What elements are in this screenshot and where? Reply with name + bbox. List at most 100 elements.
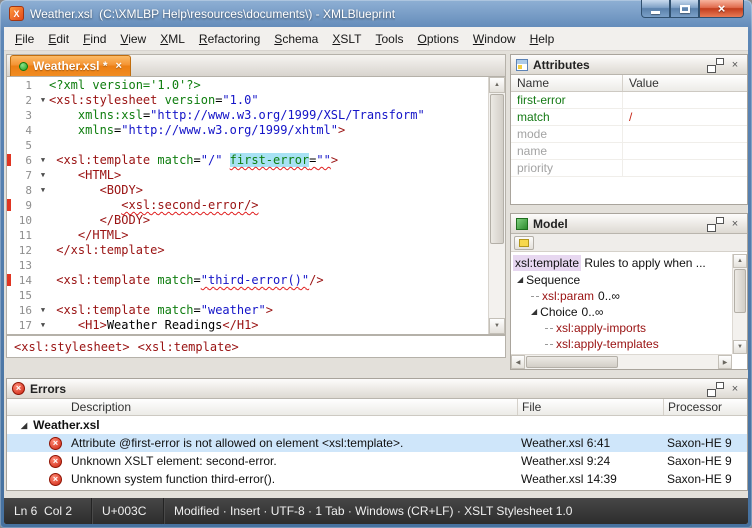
documentation-toggle-button[interactable] bbox=[514, 236, 534, 250]
menu-item-schema[interactable]: Schema bbox=[267, 28, 325, 50]
tree-connector bbox=[545, 328, 553, 329]
scroll-up-icon[interactable]: ▲ bbox=[489, 77, 505, 93]
code-line-8[interactable]: 8▼ <BODY> bbox=[7, 183, 488, 198]
expander-icon[interactable]: ◢ bbox=[531, 304, 537, 320]
fold-icon[interactable]: ▼ bbox=[37, 303, 49, 318]
code-area[interactable]: 1<?xml version='1.0'?>2▼<xsl:stylesheet … bbox=[7, 77, 488, 334]
scrollbar-thumb[interactable] bbox=[490, 94, 504, 244]
code-token: xmlns:xsl bbox=[78, 108, 143, 122]
code-token: "1.0" bbox=[222, 93, 258, 107]
maximize-button[interactable] bbox=[670, 0, 699, 18]
expander-icon[interactable]: ◢ bbox=[21, 421, 27, 430]
code-line-14[interactable]: 14 <xsl:template match="third-error()"/> bbox=[7, 273, 488, 288]
code-line-4[interactable]: 4 xmlns="http://www.w3.org/1999/xhtml"> bbox=[7, 123, 488, 138]
line-number: 1 bbox=[13, 78, 37, 93]
menu-item-find[interactable]: Find bbox=[76, 28, 113, 50]
menu-item-xml[interactable]: XML bbox=[153, 28, 192, 50]
code-line-17[interactable]: 17▼ <H1>Weather Readings</H1> bbox=[7, 318, 488, 333]
fold-icon[interactable]: ▼ bbox=[37, 93, 49, 108]
breadcrumb-item[interactable]: <xsl:stylesheet> bbox=[14, 340, 130, 354]
scroll-down-icon[interactable]: ▼ bbox=[733, 340, 747, 354]
code-line-16[interactable]: 16▼ <xsl:template match="weather"> bbox=[7, 303, 488, 318]
title-bar[interactable]: X Weather.xsl (C:\XMLBP Help\resources\d… bbox=[0, 0, 622, 27]
error-row-1[interactable]: ×Attribute @first-error is not allowed o… bbox=[7, 434, 747, 452]
attribute-row-name[interactable]: name bbox=[511, 143, 747, 160]
scroll-left-icon[interactable]: ◀ bbox=[511, 355, 525, 369]
code-token: <HTML> bbox=[78, 168, 121, 182]
code-line-12[interactable]: 12 </xsl:template> bbox=[7, 243, 488, 258]
menu-item-edit[interactable]: Edit bbox=[41, 28, 76, 50]
column-name[interactable]: Name bbox=[511, 75, 623, 91]
attribute-row-priority[interactable]: priority bbox=[511, 160, 747, 177]
scroll-right-icon[interactable]: ▶ bbox=[718, 355, 732, 369]
attribute-name: first-error bbox=[511, 92, 623, 108]
code-line-13[interactable]: 13 bbox=[7, 258, 488, 273]
menu-item-file[interactable]: File bbox=[8, 28, 41, 50]
expander-icon[interactable]: ◢ bbox=[517, 272, 523, 288]
error-row-2[interactable]: ×Unknown XSLT element: second-error.Weat… bbox=[7, 452, 747, 470]
menu-item-view[interactable]: View bbox=[113, 28, 153, 50]
code-line-7[interactable]: 7▼ <HTML> bbox=[7, 168, 488, 183]
fold-icon[interactable]: ▼ bbox=[37, 168, 49, 183]
window-title: Weather.xsl (C:\XMLBP Help\resources\doc… bbox=[30, 7, 395, 21]
code-token bbox=[49, 108, 78, 122]
code-line-9[interactable]: 9 <xsl:second-error/> bbox=[7, 198, 488, 213]
model-tree-item[interactable]: xsl:apply-imports bbox=[511, 320, 732, 336]
panel-close-button[interactable]: × bbox=[728, 382, 742, 396]
fold-icon[interactable]: ▼ bbox=[37, 153, 49, 168]
code-line-3[interactable]: 3 xmlns:xsl="http://www.w3.org/1999/XSL/… bbox=[7, 108, 488, 123]
scroll-down-icon[interactable]: ▼ bbox=[489, 318, 505, 334]
column-value[interactable]: Value bbox=[623, 75, 747, 91]
code-line-10[interactable]: 10 </BODY> bbox=[7, 213, 488, 228]
model-current-element[interactable]: xsl:template bbox=[513, 255, 581, 271]
fold-icon[interactable]: ▼ bbox=[37, 183, 49, 198]
tab-weather-xsl[interactable]: Weather.xsl * × bbox=[10, 55, 131, 76]
scroll-up-icon[interactable]: ▲ bbox=[733, 254, 747, 268]
model-vertical-scrollbar[interactable]: ▲ ▼ bbox=[732, 254, 747, 354]
code-line-2[interactable]: 2▼<xsl:stylesheet version="1.0" bbox=[7, 93, 488, 108]
tab-close-icon[interactable]: × bbox=[115, 60, 121, 72]
scrollbar-thumb[interactable] bbox=[734, 269, 746, 313]
menu-item-tools[interactable]: Tools bbox=[368, 28, 410, 50]
code-line-5[interactable]: 5 bbox=[7, 138, 488, 153]
line-number: 12 bbox=[13, 243, 37, 258]
panel-close-button[interactable]: × bbox=[728, 217, 742, 231]
panel-close-button[interactable]: × bbox=[728, 58, 742, 72]
attribute-row-first-error[interactable]: first-error bbox=[511, 92, 747, 109]
menu-item-refactoring[interactable]: Refactoring bbox=[192, 28, 267, 50]
attribute-row-match[interactable]: match/ bbox=[511, 109, 747, 126]
code-line-6[interactable]: 6▼ <xsl:template match="/" first-error="… bbox=[7, 153, 488, 168]
code-line-15[interactable]: 15 bbox=[7, 288, 488, 303]
close-button[interactable]: × bbox=[699, 0, 744, 18]
column-description[interactable]: Description bbox=[67, 399, 517, 415]
model-tree-item[interactable]: ◢Choice0..∞ bbox=[511, 304, 732, 320]
menu-item-xslt[interactable]: XSLT bbox=[325, 28, 368, 50]
code-token: <xsl:template bbox=[56, 303, 150, 317]
scrollbar-thumb[interactable] bbox=[526, 356, 618, 368]
line-number: 17 bbox=[13, 318, 37, 333]
error-row-3[interactable]: ×Unknown system function third-error().W… bbox=[7, 470, 747, 488]
menu-item-options[interactable]: Options bbox=[411, 28, 466, 50]
status-bar: Ln 6 Col 2 U+003C Modified · Insert · UT… bbox=[4, 498, 748, 524]
editor-vertical-scrollbar[interactable]: ▲ ▼ bbox=[488, 77, 505, 334]
column-file[interactable]: File bbox=[517, 399, 663, 415]
model-tree-item[interactable]: xsl:param0..∞ bbox=[511, 288, 732, 304]
minimize-icon bbox=[651, 11, 660, 14]
code-editor[interactable]: 1<?xml version='1.0'?>2▼<xsl:stylesheet … bbox=[6, 76, 506, 335]
code-line-1[interactable]: 1<?xml version='1.0'?> bbox=[7, 78, 488, 93]
minimize-button[interactable] bbox=[641, 0, 670, 18]
menu-item-window[interactable]: Window bbox=[466, 28, 523, 50]
column-processor[interactable]: Processor bbox=[663, 399, 747, 415]
attributes-panel-title: Attributes bbox=[533, 58, 704, 72]
line-number: 16 bbox=[13, 303, 37, 318]
model-horizontal-scrollbar[interactable]: ◀ ▶ bbox=[511, 354, 732, 369]
line-number: 9 bbox=[13, 198, 37, 213]
code-line-11[interactable]: 11 </HTML> bbox=[7, 228, 488, 243]
model-tree-item[interactable]: ◢Sequence bbox=[511, 272, 732, 288]
fold-icon[interactable]: ▼ bbox=[37, 318, 49, 333]
model-tree-item[interactable]: xsl:apply-templates bbox=[511, 336, 732, 352]
attribute-row-mode[interactable]: mode bbox=[511, 126, 747, 143]
breadcrumb-item[interactable]: <xsl:template> bbox=[138, 340, 239, 354]
errors-group-row[interactable]: ◢ Weather.xsl bbox=[7, 416, 747, 434]
menu-item-help[interactable]: Help bbox=[523, 28, 562, 50]
